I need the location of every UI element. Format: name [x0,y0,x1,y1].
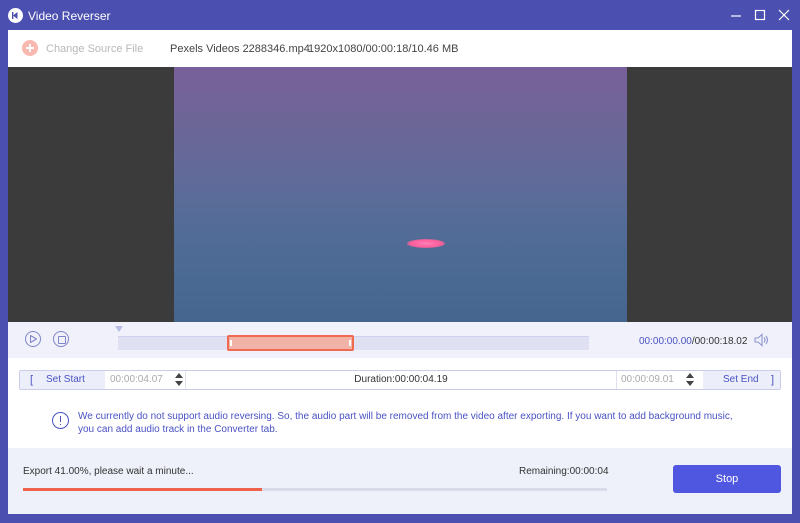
set-end-button[interactable]: Set End ] [703,371,780,389]
window-title: Video Reverser [28,9,111,23]
sun-glow [407,239,445,248]
stepper-down-icon[interactable] [686,381,694,386]
notice-text: We currently do not support audio revers… [78,411,733,435]
stepper-up-icon[interactable] [175,373,183,378]
file-bar: Change Source File Pexels Videos 2288346… [8,30,792,67]
video-frame [174,67,627,322]
selection-left-handle[interactable] [230,340,232,346]
timeline-track[interactable] [118,335,589,351]
set-start-label: Set Start [46,374,85,385]
info-icon [52,412,69,429]
main-content: Change Source File Pexels Videos 2288346… [8,30,792,514]
file-meta: 1920x1080/00:00:18/10.46 MB [308,43,459,55]
end-time-field[interactable]: 00:00:09.01 [616,371,696,389]
stop-icon[interactable] [53,331,69,347]
file-name: Pexels Videos 2288346.mp4 [170,43,310,55]
video-player[interactable] [8,67,792,322]
set-start-button[interactable]: [ Set Start [20,371,105,389]
audio-notice: We currently do not support audio revers… [8,396,792,446]
start-bracket: [ [30,374,34,386]
end-bracket: ] [770,374,774,386]
set-end-label: Set End [723,374,759,385]
export-progress-bar [23,488,607,491]
start-time-stepper[interactable] [175,373,183,387]
app-logo-icon [8,8,23,23]
duration-label: Duration:00:00:04.19 [354,374,448,385]
remaining-time: Remaining:00:00:04 [519,466,609,477]
minimize-icon[interactable] [726,6,746,24]
time-readout: 00:00:00.00/00:00:18.02 [639,336,747,347]
trim-row: [ Set Start 00:00:04.07 Duration:00:00:0… [19,370,781,390]
volume-icon[interactable] [754,333,770,350]
change-source-button[interactable]: Change Source File [46,43,143,55]
current-time: 00:00:00.00 [639,336,692,347]
add-icon[interactable] [22,40,38,56]
stepper-up-icon[interactable] [686,373,694,378]
selection-right-handle[interactable] [349,340,351,346]
play-icon[interactable] [25,331,41,347]
trim-selection[interactable] [227,335,354,351]
app-window: Video Reverser Change Source File Pexels… [0,0,800,523]
playback-controls: 00:00:00.00/00:00:18.02 [8,322,792,358]
stop-button[interactable]: Stop [673,465,781,493]
start-time-field[interactable]: 00:00:04.07 [106,371,186,389]
end-time-stepper[interactable] [686,373,694,387]
title-bar: Video Reverser [0,0,800,30]
export-status: Export 41.00%, please wait a minute... [23,466,194,477]
playhead-marker[interactable] [115,326,123,332]
total-time: /00:00:18.02 [691,336,748,347]
export-panel: Export 41.00%, please wait a minute... R… [8,448,792,514]
export-progress-fill [23,488,263,491]
maximize-icon[interactable] [750,6,770,24]
close-icon[interactable] [774,6,794,24]
stepper-down-icon[interactable] [175,381,183,386]
